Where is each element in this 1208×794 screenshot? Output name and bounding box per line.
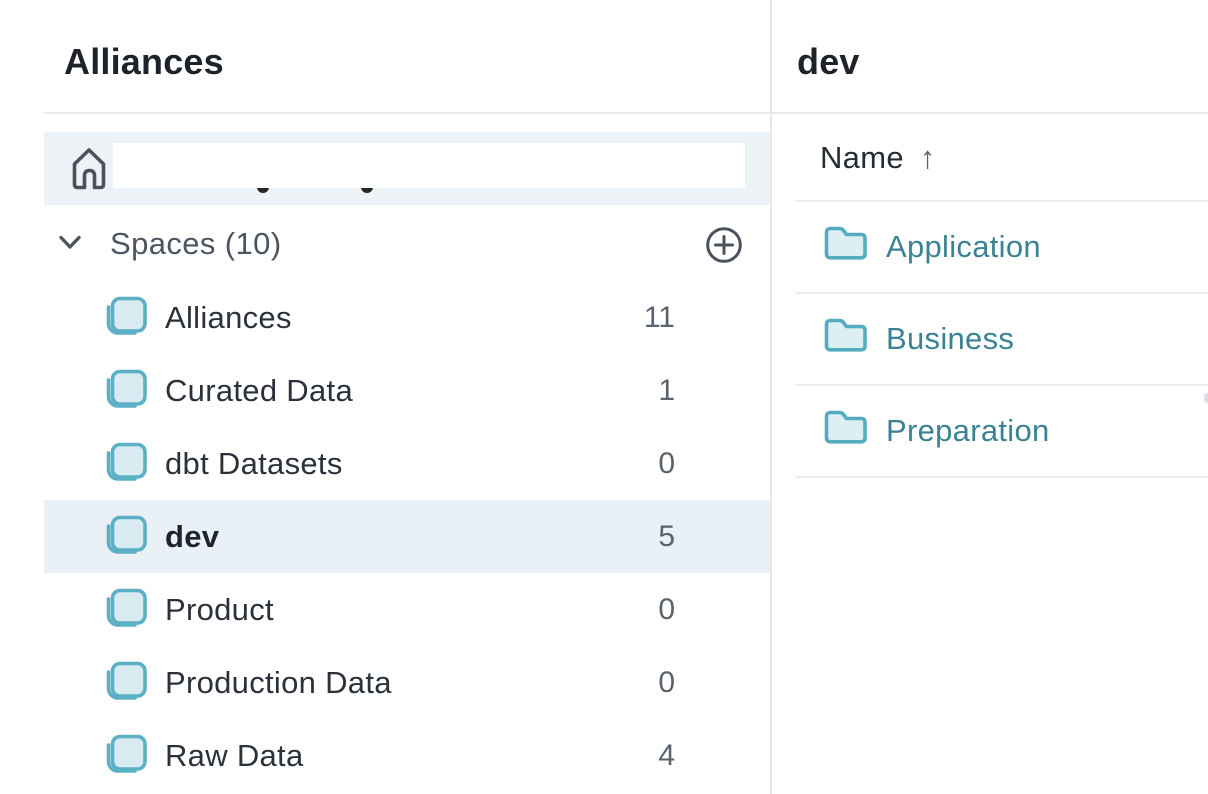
folder-icon — [823, 409, 869, 445]
name-column-header[interactable]: Name ↑ — [820, 140, 936, 176]
folder-row-preparation[interactable]: Preparation — [795, 386, 1208, 478]
home-row[interactable] — [44, 132, 770, 205]
folder-row-business[interactable]: Business — [795, 294, 1208, 386]
space-item-count: 5 — [658, 500, 675, 573]
sidebar-item-dbt-datasets[interactable]: dbt Datasets 0 — [44, 427, 770, 500]
sidebar-item-curated-data[interactable]: Curated Data 1 — [44, 354, 770, 427]
sidebar-title-divider — [44, 112, 770, 114]
space-item-label: Raw Data — [165, 719, 304, 792]
space-item-label: dev — [165, 500, 219, 573]
sidebar-item-raw-data[interactable]: Raw Data 4 — [44, 719, 770, 792]
space-item-label: dbt Datasets — [165, 427, 343, 500]
sidebar-item-production-data[interactable]: Production Data 0 — [44, 646, 770, 719]
sidebar-title: Alliances — [64, 41, 224, 83]
sidebar-item-product[interactable]: Product 0 — [44, 573, 770, 646]
scrollbar-fragment — [1204, 393, 1208, 403]
space-icon — [103, 587, 147, 631]
app-window: Alliances Spaces (10) — [0, 0, 1208, 794]
page-title-divider — [772, 112, 1208, 114]
sidebar-panel: Alliances Spaces (10) — [0, 0, 770, 794]
spaces-section-label: Spaces (10) — [110, 224, 282, 264]
sidebar-item-alliances[interactable]: Alliances 11 — [44, 281, 770, 354]
space-item-count: 0 — [658, 427, 675, 500]
space-item-label: Product — [165, 573, 274, 646]
folder-icon — [823, 225, 869, 261]
space-item-count: 1 — [658, 354, 675, 427]
spaces-section-header[interactable]: Spaces (10) — [44, 224, 770, 264]
redacted-text-overlay — [113, 143, 745, 188]
space-icon — [103, 295, 147, 339]
content-panel: dev Name ↑ Application Business Preparati… — [772, 0, 1208, 794]
add-space-button[interactable] — [705, 226, 743, 264]
sidebar-item-dev[interactable]: dev 5 — [44, 500, 770, 573]
space-item-count: 0 — [658, 573, 675, 646]
space-icon — [103, 660, 147, 704]
folder-link[interactable]: Business — [886, 294, 1014, 384]
page-title: dev — [797, 41, 860, 83]
folder-row-application[interactable]: Application — [795, 202, 1208, 294]
space-icon — [103, 441, 147, 485]
name-column-label: Name — [820, 140, 904, 175]
folder-link[interactable]: Preparation — [886, 386, 1050, 476]
space-item-label: Alliances — [165, 281, 292, 354]
space-item-count: 11 — [644, 281, 675, 354]
space-item-count: 0 — [658, 646, 675, 719]
home-icon — [69, 145, 109, 191]
chevron-down-icon[interactable] — [58, 233, 82, 253]
space-icon — [103, 368, 147, 412]
plus-circle-icon — [705, 226, 743, 264]
space-item-count: 4 — [658, 719, 675, 792]
space-icon — [103, 733, 147, 777]
space-item-label: Curated Data — [165, 354, 353, 427]
folder-icon — [823, 317, 869, 353]
sort-ascending-icon: ↑ — [920, 140, 936, 175]
space-icon — [103, 514, 147, 558]
space-item-label: Production Data — [165, 646, 392, 719]
folder-link[interactable]: Application — [886, 202, 1041, 292]
